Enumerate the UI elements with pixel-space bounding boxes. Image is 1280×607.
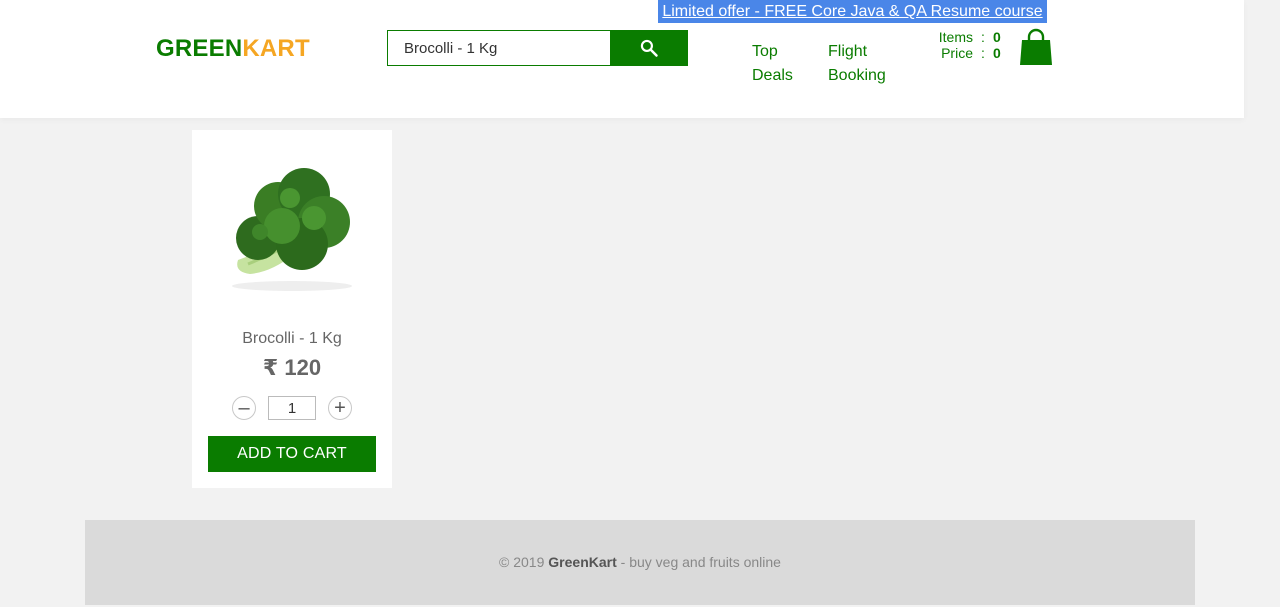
cart-price-row: Price : 0	[930, 45, 1003, 61]
brand-green: GREEN	[156, 35, 243, 62]
brand-kart: KART	[242, 35, 310, 62]
add-to-cart-button[interactable]: ADD TO CART	[208, 436, 376, 472]
decrement-button[interactable]: –	[232, 396, 256, 420]
product-card: Brocolli - 1 Kg ₹ 120 – + ADD TO CART	[192, 130, 392, 488]
minus-icon: –	[238, 397, 250, 419]
footer-brand: GreenKart	[548, 554, 617, 570]
search-input[interactable]	[387, 30, 611, 66]
cart-price-separator: :	[981, 45, 985, 61]
broccoli-image	[232, 168, 352, 291]
cart-items-separator: :	[981, 29, 985, 45]
plus-icon: +	[334, 397, 346, 419]
top-deals-line1: Top	[752, 43, 778, 60]
limited-offer-banner[interactable]: Limited offer - FREE Core Java & QA Resu…	[658, 0, 1047, 23]
footer-prefix: © 2019	[499, 554, 549, 570]
top-deals-link[interactable]: Top Deals	[752, 40, 812, 88]
cart-items-label: Items	[938, 29, 973, 45]
quantity-input[interactable]	[268, 396, 316, 420]
increment-button[interactable]: +	[328, 396, 352, 420]
footer-tagline: - buy veg and fruits online	[616, 554, 781, 570]
header: GREENKART Top Deals Flight Booking Items…	[0, 0, 1244, 118]
footer: © 2019 GreenKart - buy veg and fruits on…	[85, 520, 1195, 605]
flight-booking-line2: Booking	[828, 67, 886, 84]
search-button[interactable]	[610, 30, 688, 66]
cart-summary: Items : 0 Price : 0	[930, 29, 1003, 61]
cart-items-row: Items : 0	[930, 29, 1003, 45]
top-deals-line2: Deals	[752, 67, 793, 84]
cart-price-label: Price	[941, 45, 973, 61]
cart-items-count: 0	[993, 29, 1001, 45]
search-icon	[640, 39, 658, 57]
flight-booking-line1: Flight	[828, 43, 868, 60]
cart-button[interactable]	[1018, 28, 1054, 66]
greenkart-logo[interactable]: GREENKART	[156, 35, 310, 63]
flight-booking-link[interactable]: Flight Booking	[828, 40, 898, 88]
shopping-bag-icon	[1020, 28, 1052, 65]
cart-price-amount: 0	[993, 45, 1001, 61]
product-price: ₹ 120	[262, 355, 322, 380]
product-name: Brocolli - 1 Kg	[242, 330, 342, 347]
